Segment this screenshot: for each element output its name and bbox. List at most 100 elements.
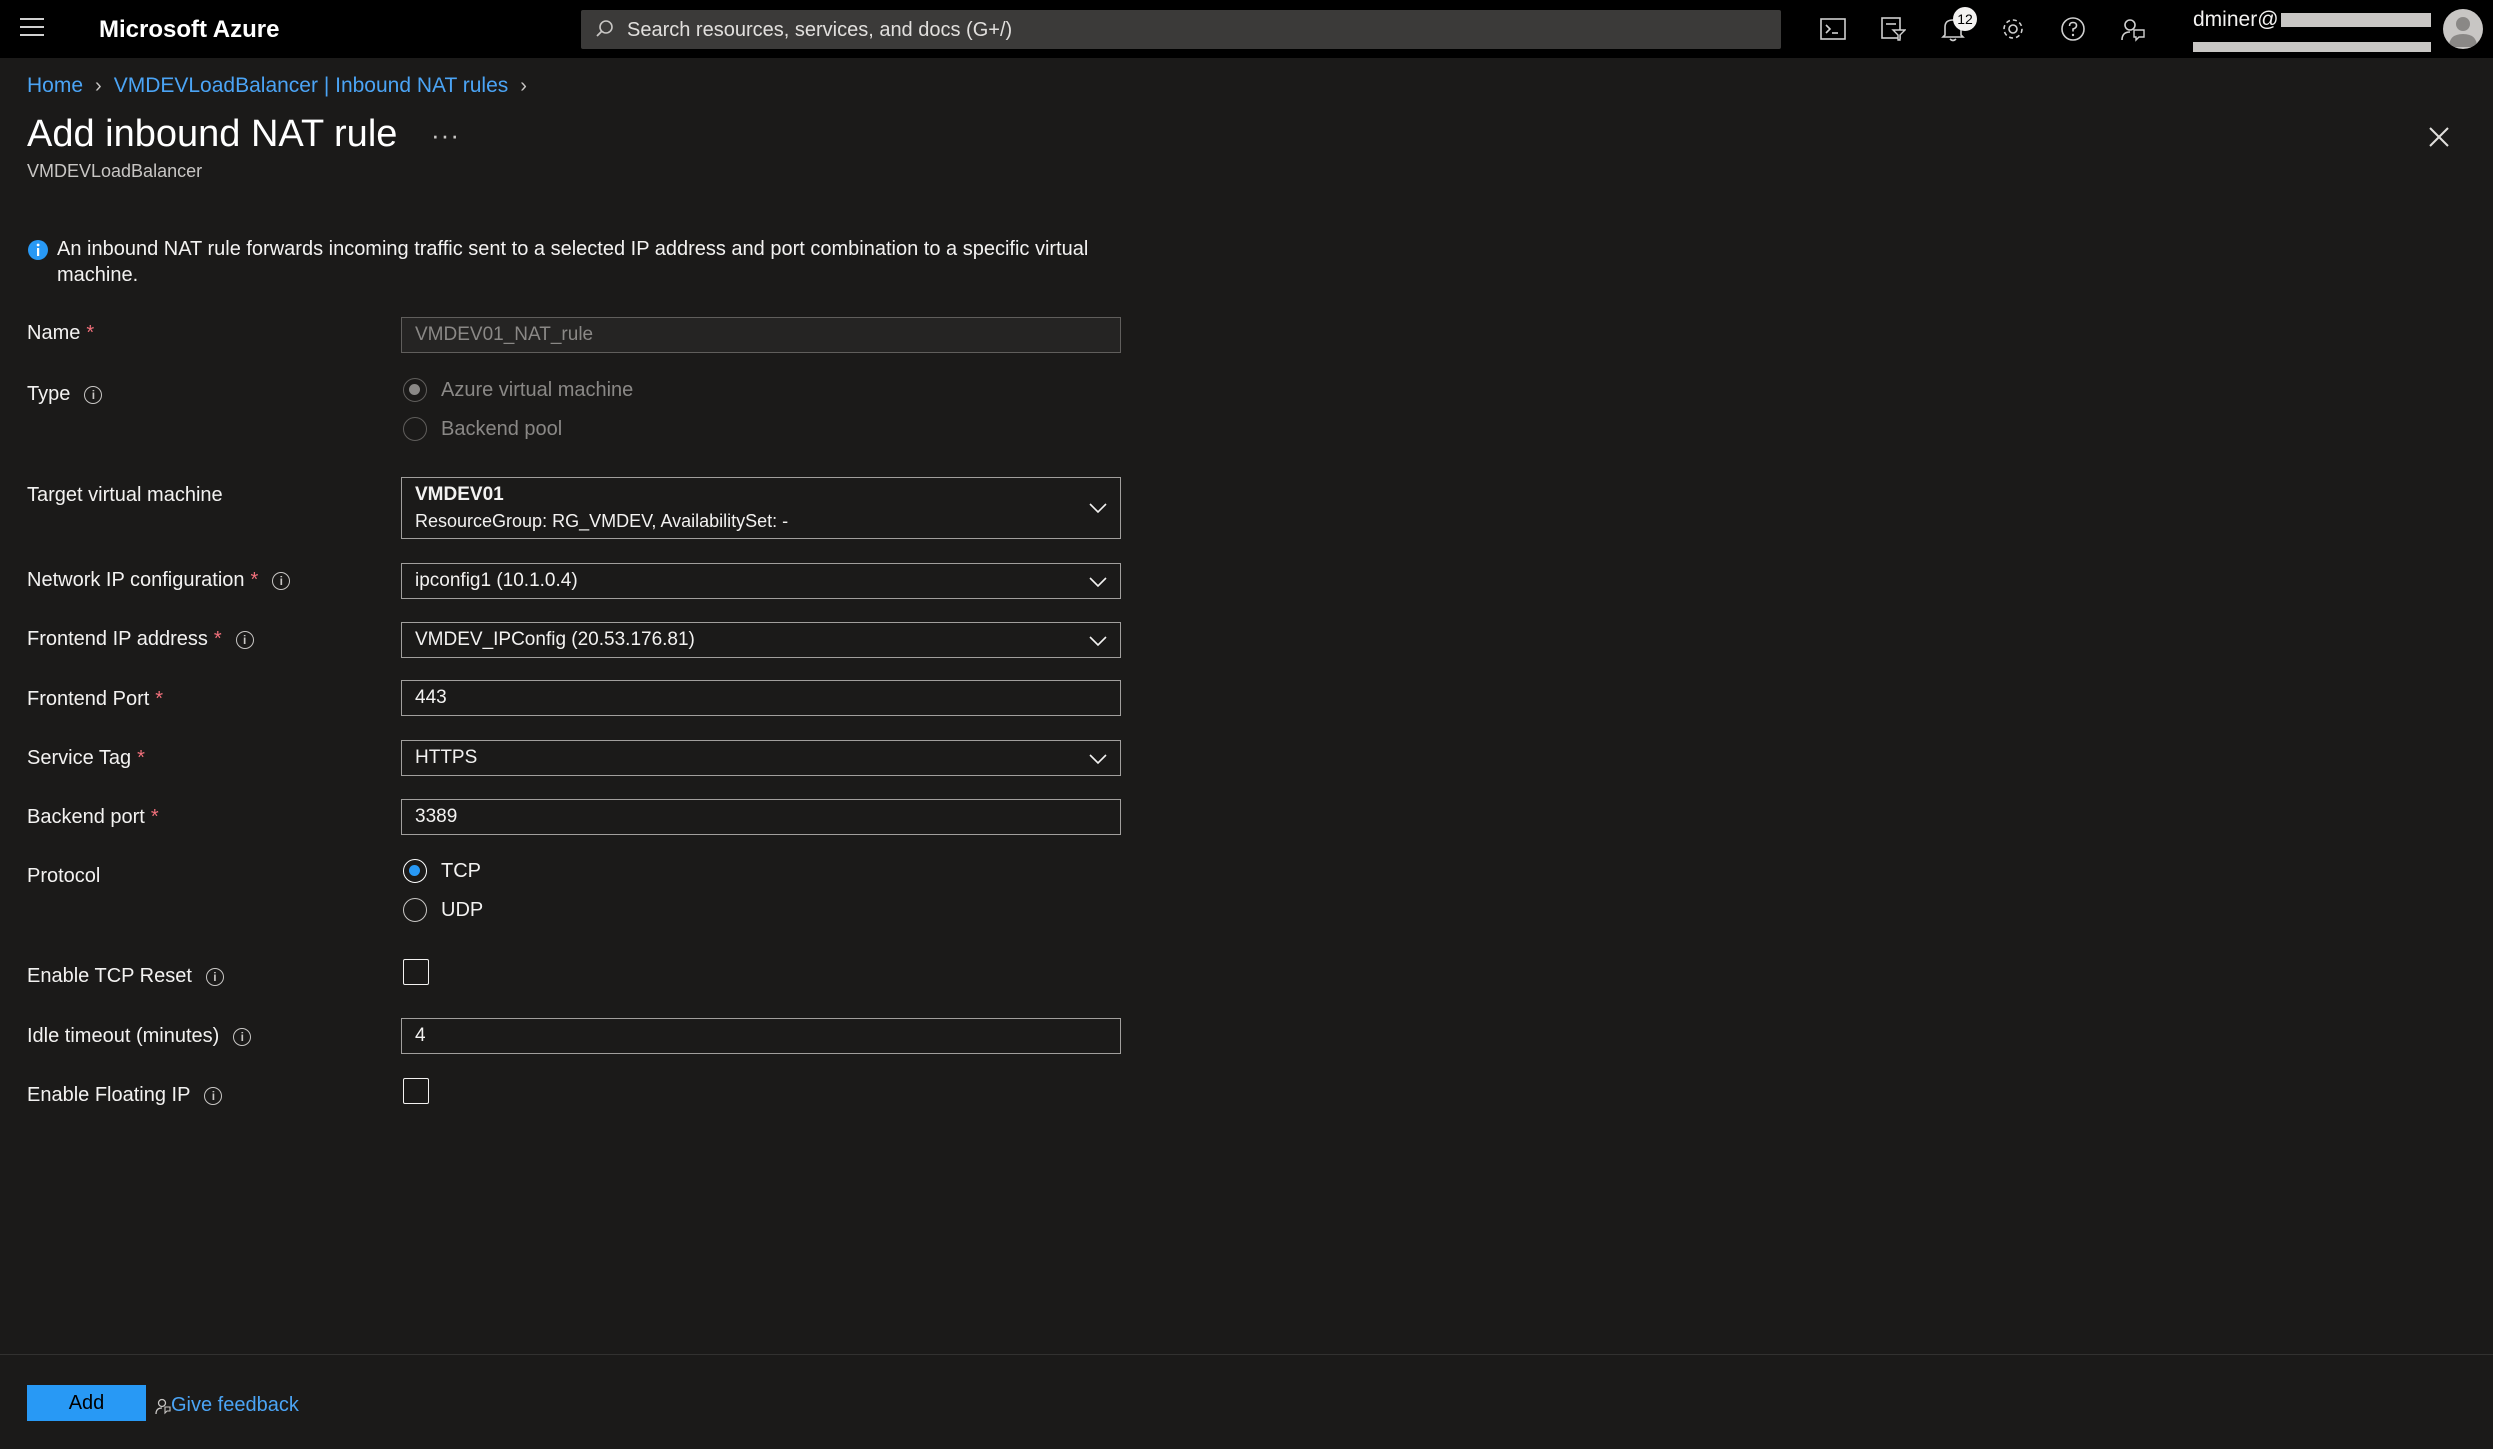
floating-ip-label: Enable Floating IP i <box>27 1084 223 1107</box>
give-feedback-text: Give feedback <box>171 1394 299 1416</box>
radio-button[interactable] <box>403 898 427 922</box>
feedback-icon[interactable] <box>2118 14 2148 44</box>
service-tag-label: Service Tag * <box>27 747 145 770</box>
top-bar: Microsoft Azure 12 dminer@ <box>0 0 2493 58</box>
info-tooltip-icon[interactable]: i <box>235 630 254 649</box>
frontend-port-input[interactable] <box>401 680 1121 716</box>
backend-port-input[interactable] <box>401 799 1121 835</box>
add-button[interactable]: Add <box>27 1385 146 1421</box>
info-message: An inbound NAT rule forwards incoming tr… <box>27 236 1127 288</box>
chevron-down-icon <box>1089 636 1107 647</box>
name-label-text: Name <box>27 322 81 344</box>
backend-port-label: Backend port * <box>27 806 159 829</box>
frontend-ip-label-text: Frontend IP address <box>27 628 208 650</box>
settings-gear-icon[interactable] <box>1998 14 2028 44</box>
search-input[interactable] <box>625 10 1769 51</box>
info-text: An inbound NAT rule forwards incoming tr… <box>57 238 1089 286</box>
more-options-button[interactable]: ··· <box>431 120 460 151</box>
frontend-ip-label: Frontend IP address * i <box>27 628 254 651</box>
tcp-reset-label-text: Enable TCP Reset <box>27 965 192 987</box>
info-tooltip-icon[interactable]: i <box>204 1086 223 1105</box>
chevron-down-icon <box>1089 577 1107 588</box>
notification-count-badge: 12 <box>1953 7 1977 31</box>
account-name-text: dminer@ <box>2193 8 2279 31</box>
network-ip-label: Network IP configuration * i <box>27 569 291 592</box>
portal-brand[interactable]: Microsoft Azure <box>99 16 279 44</box>
account-name: dminer@ <box>2193 8 2433 32</box>
info-tooltip-icon[interactable]: i <box>205 967 224 986</box>
target-vm-name: VMDEV01 <box>415 484 504 505</box>
floating-ip-checkbox[interactable] <box>403 1078 429 1104</box>
give-feedback-link[interactable]: Give feedback <box>155 1394 299 1417</box>
feedback-person-icon <box>155 1398 171 1414</box>
avatar[interactable] <box>2443 9 2483 49</box>
network-ip-label-text: Network IP configuration <box>27 569 245 591</box>
target-vm-detail: ResourceGroup: RG_VMDEV, AvailabilitySet… <box>415 511 789 531</box>
account-menu[interactable]: dminer@ <box>2193 8 2433 57</box>
redacted-email <box>2280 13 2431 27</box>
frontend-port-label-text: Frontend Port <box>27 688 150 710</box>
service-tag-label-text: Service Tag <box>27 747 132 769</box>
radio-button[interactable] <box>403 859 427 883</box>
chevron-right-icon: › <box>520 74 527 97</box>
idle-timeout-label: Idle timeout (minutes) i <box>27 1025 252 1048</box>
target-vm-label-text: Target virtual machine <box>27 484 223 506</box>
type-option-backend-pool[interactable]: Backend pool <box>403 417 562 441</box>
required-marker: * <box>155 688 164 710</box>
page-subtitle: VMDEVLoadBalancer <box>27 161 203 181</box>
protocol-label: Protocol <box>27 865 100 888</box>
breadcrumb-home[interactable]: Home <box>27 74 83 98</box>
idle-timeout-input[interactable] <box>401 1018 1121 1054</box>
radio-label: Azure virtual machine <box>441 378 634 401</box>
frontend-ip-value: VMDEV_IPConfig (20.53.176.81) <box>415 629 695 650</box>
chevron-right-icon: › <box>95 74 102 97</box>
info-tooltip-icon[interactable]: i <box>272 571 291 590</box>
required-marker: * <box>86 322 95 344</box>
tcp-reset-checkbox[interactable] <box>403 959 429 985</box>
tcp-reset-label: Enable TCP Reset i <box>27 965 224 988</box>
network-ip-dropdown[interactable]: ipconfig1 (10.1.0.4) <box>401 563 1121 599</box>
directory-filter-icon[interactable] <box>1878 14 1908 44</box>
idle-timeout-label-text: Idle timeout (minutes) <box>27 1025 220 1047</box>
breadcrumb-inbound-nat-rules[interactable]: VMDEVLoadBalancer | Inbound NAT rules <box>114 74 509 98</box>
cloud-shell-icon[interactable] <box>1818 14 1848 44</box>
frontend-ip-dropdown[interactable]: VMDEV_IPConfig (20.53.176.81) <box>401 622 1121 658</box>
protocol-label-text: Protocol <box>27 865 101 887</box>
redacted-directory <box>2193 42 2431 52</box>
info-tooltip-icon[interactable]: i <box>84 385 103 404</box>
search-icon <box>596 20 613 37</box>
type-option-azure-vm[interactable]: Azure virtual machine <box>403 378 633 402</box>
service-tag-dropdown[interactable]: HTTPS <box>401 740 1121 776</box>
radio-label: TCP <box>441 859 481 882</box>
chevron-down-icon <box>1089 503 1107 514</box>
required-marker: * <box>250 569 259 591</box>
backend-port-label-text: Backend port <box>27 806 145 828</box>
global-search[interactable] <box>581 10 1781 51</box>
name-label: Name * <box>27 322 94 345</box>
protocol-option-udp[interactable]: UDP <box>403 898 483 922</box>
radio-button[interactable] <box>403 417 427 441</box>
chevron-down-icon <box>1089 754 1107 765</box>
protocol-option-tcp[interactable]: TCP <box>403 859 481 883</box>
required-marker: * <box>213 628 222 650</box>
service-tag-value: HTTPS <box>415 747 478 768</box>
target-vm-dropdown[interactable]: VMDEV01 ResourceGroup: RG_VMDEV, Availab… <box>401 477 1121 539</box>
type-label: Type i <box>27 383 103 406</box>
radio-label: UDP <box>441 898 484 921</box>
network-ip-value: ipconfig1 (10.1.0.4) <box>415 570 578 591</box>
name-input[interactable] <box>401 317 1121 353</box>
info-icon <box>28 240 48 260</box>
page-title: Add inbound NAT rule <box>27 113 398 155</box>
required-marker: * <box>137 747 145 769</box>
footer-divider <box>0 1354 2493 1355</box>
type-label-text: Type <box>27 383 71 405</box>
help-icon[interactable] <box>2058 14 2088 44</box>
frontend-port-label: Frontend Port * <box>27 688 163 711</box>
info-tooltip-icon[interactable]: i <box>233 1027 252 1046</box>
target-vm-label: Target virtual machine <box>27 484 223 507</box>
radio-label: Backend pool <box>441 417 563 440</box>
breadcrumb: Home › VMDEVLoadBalancer | Inbound NAT r… <box>27 74 539 98</box>
menu-icon[interactable] <box>20 18 44 38</box>
close-icon[interactable] <box>2426 124 2452 150</box>
radio-button[interactable] <box>403 378 427 402</box>
